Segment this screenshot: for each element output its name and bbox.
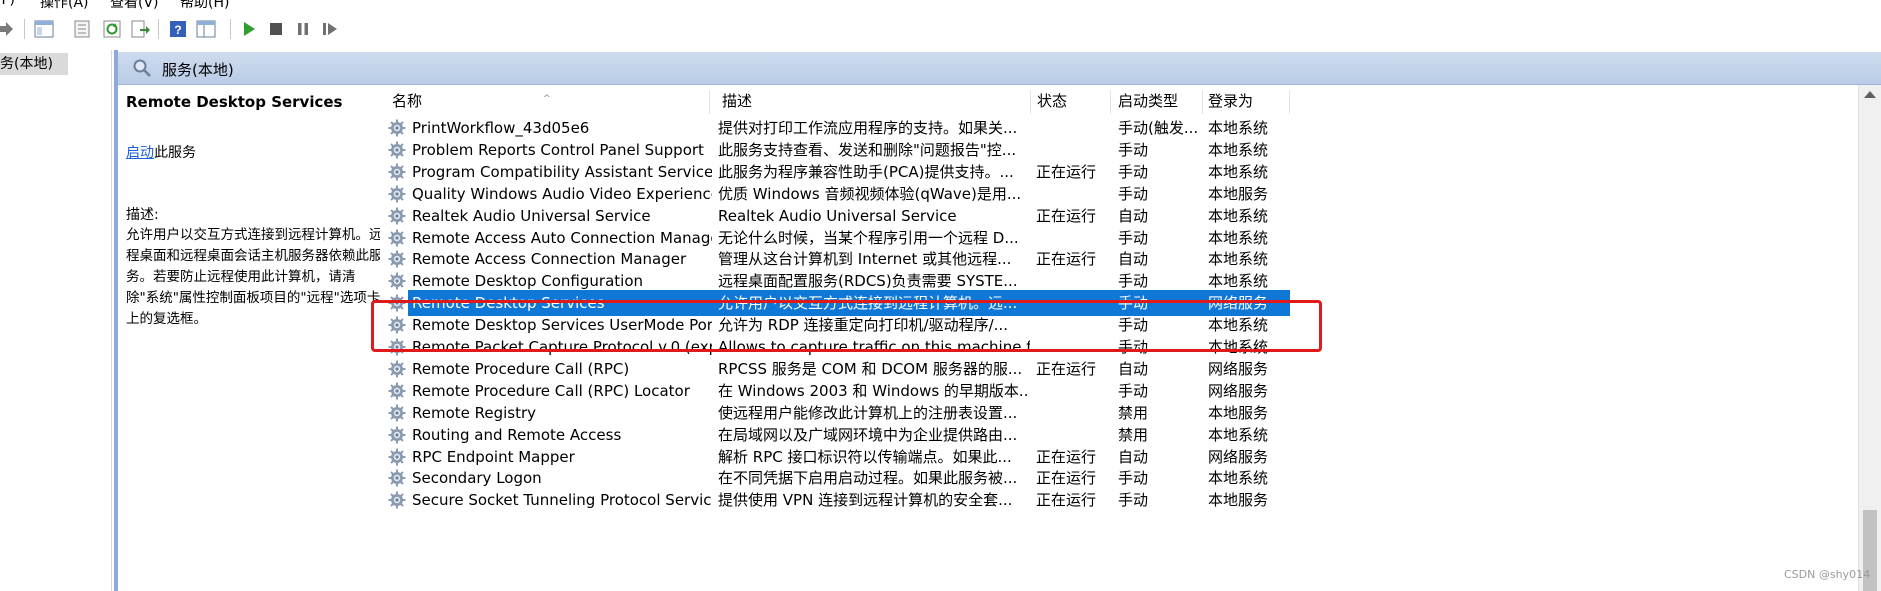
start-service-icon[interactable] [238,18,260,40]
console-tree: 服务(本地) [0,50,112,591]
column-header-status[interactable]: 状态 [1031,90,1111,114]
service-gear-icon [388,426,406,444]
menu-action[interactable]: 操作(A) [40,0,89,12]
refresh-icon[interactable] [101,18,123,40]
menu-file[interactable]: (F) [0,0,15,8]
service-gear-icon [388,119,406,137]
tree-item-label: 服务(本地) [0,56,53,72]
description-text: 允许用户以交互方式连接到远程计算机。远程桌面和远程桌面会话主机服务器依赖此服务。… [126,227,383,327]
service-row[interactable]: Secure Socket Tunneling Protocol Service… [380,487,1858,513]
service-gear-icon [388,272,406,290]
show-hide-tree-icon[interactable] [33,18,55,40]
watermark: CSDN @shy014 [1784,568,1871,581]
tree-item-services-local[interactable]: 服务(本地) [0,53,68,75]
service-gear-icon [388,163,406,181]
menu-help[interactable]: 帮助(H) [180,0,229,12]
scroll-up-icon[interactable] [1864,91,1876,98]
service-status: 正在运行 [1036,491,1097,510]
service-gear-icon [388,185,406,203]
column-header-row: ^ 名称 描述 状态 启动类型 登录为 [380,85,1858,115]
column-header-description[interactable]: 描述 [710,90,1031,114]
description-label: 描述: [126,207,159,223]
forward-arrow-icon[interactable] [0,18,16,40]
service-gear-icon [388,338,406,356]
service-gear-icon [388,294,406,312]
service-description: 提供使用 VPN 连接到远程计算机的安全套... [718,491,1013,510]
services-header-title: 服务(本地) [162,61,234,79]
pause-service-icon[interactable] [292,18,314,40]
services-list: ^ 名称 描述 状态 启动类型 登录为 PrintWorkflow_43d05e… [380,85,1858,591]
service-gear-icon [388,491,406,509]
services-search-icon [132,58,152,82]
service-gear-icon [388,360,406,378]
sort-ascending-icon: ^ [543,94,551,104]
service-logon-as: 本地服务 [1208,491,1269,510]
toolbar: ? [0,13,1881,45]
console-tree-icon[interactable] [195,18,217,40]
service-gear-icon [388,448,406,466]
service-startup-type: 手动 [1118,491,1149,510]
service-detail-panel: Remote Desktop Services 启动此服务 描述: 允许用户以交… [118,85,383,591]
service-gear-icon [388,404,406,422]
column-header-name[interactable]: ^ 名称 [380,90,710,114]
start-service-link[interactable]: 启动 [126,145,154,161]
menu-bar: (F) 操作(A) 查看(V) 帮助(H) [0,0,1881,12]
restart-service-icon[interactable] [319,18,341,40]
vertical-scrollbar[interactable] [1858,85,1881,591]
start-service-line: 启动此服务 [126,142,196,162]
column-header-logon-as[interactable]: 登录为 [1203,90,1290,114]
help-icon[interactable]: ? [167,18,189,40]
service-gear-icon [388,141,406,159]
service-gear-icon [388,469,406,487]
column-header-startup-type[interactable]: 启动类型 [1111,90,1203,114]
start-service-suffix: 此服务 [154,145,196,161]
export-list-icon[interactable] [129,18,151,40]
svg-text:?: ? [174,23,181,37]
stop-service-icon[interactable] [265,18,287,40]
service-gear-icon [388,229,406,247]
service-gear-icon [388,382,406,400]
service-gear-icon [388,316,406,334]
service-gear-icon [388,207,406,225]
menu-view[interactable]: 查看(V) [110,0,159,12]
service-gear-icon [388,250,406,268]
properties-icon[interactable] [71,18,93,40]
service-name: Secure Socket Tunneling Protocol Service [412,491,712,510]
selected-service-name: Remote Desktop Services [126,93,343,111]
services-header: 服务(本地) [118,52,1881,85]
